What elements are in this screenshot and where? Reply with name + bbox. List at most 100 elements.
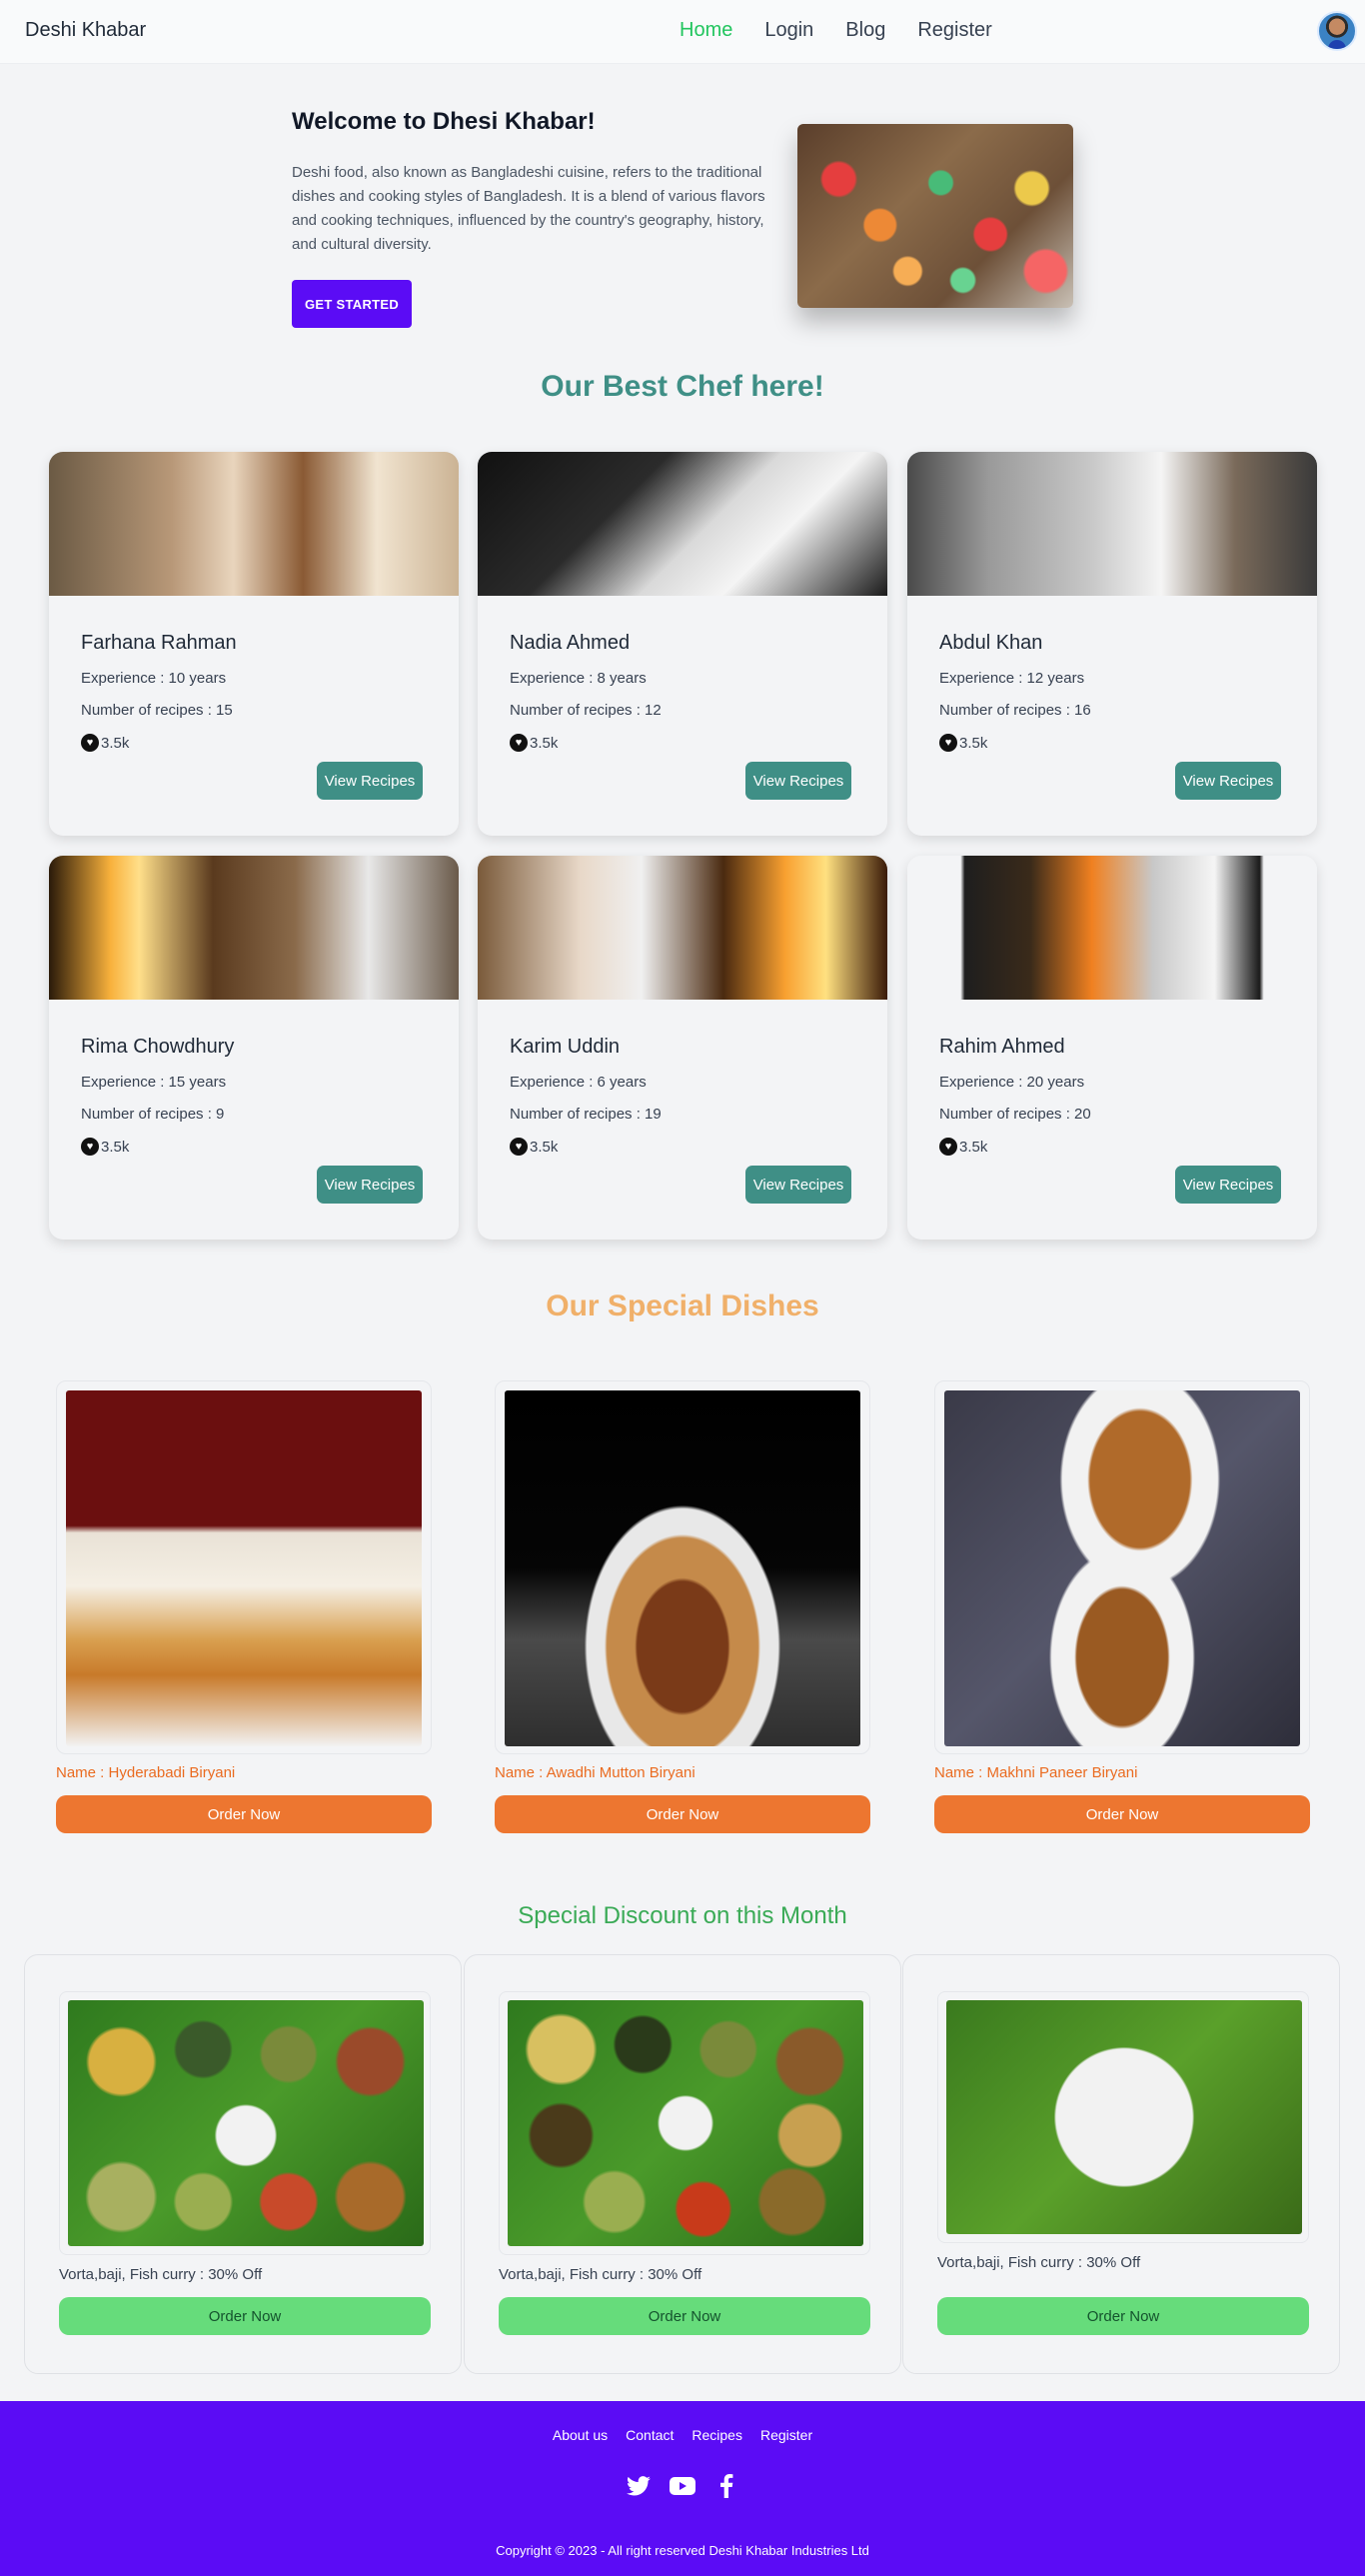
discount-text: Vorta,baji, Fish curry : 30% Off [937,2254,1141,2271]
chef-recipe-count: Number of recipes : 16 [939,702,1091,719]
chef-likes: ♥ 3.5k [510,1138,558,1156]
discount-text: Vorta,baji, Fish curry : 30% Off [499,2266,702,2283]
chef-name: Abdul Khan [939,632,1043,654]
chef-photo [907,856,1317,1000]
chef-name: Rima Chowdhury [81,1036,235,1058]
nav-link-home[interactable]: Home [680,19,732,42]
dish-image-frame [495,1380,870,1754]
heart-icon: ♥ [939,734,957,752]
chef-likes: ♥ 3.5k [939,1138,987,1156]
discount-image-frame [59,1991,431,2255]
heart-icon: ♥ [939,1138,957,1156]
dish-name: Name : Awadhi Mutton Biryani [495,1764,695,1781]
heart-icon: ♥ [510,734,528,752]
dish-image [66,1390,422,1746]
discount-section-title: Special Discount on this Month [518,1902,847,1929]
footer-link-contact[interactable]: Contact [626,2427,674,2443]
chef-recipe-count: Number of recipes : 20 [939,1106,1091,1123]
chef-name: Karim Uddin [510,1036,621,1058]
footer-link-register[interactable]: Register [760,2427,812,2443]
discount-text: Vorta,baji, Fish curry : 30% Off [59,2266,263,2283]
discount-image [946,2000,1302,2234]
heart-icon: ♥ [81,734,99,752]
nav-link-blog[interactable]: Blog [845,19,885,42]
footer: About us Contact Recipes Register Copyri… [0,2401,1365,2576]
discount-image [508,2000,863,2246]
footer-link-about[interactable]: About us [553,2427,608,2443]
chef-card: Farhana Rahman Experience : 10 years Num… [49,452,459,836]
discount-card: Vorta,baji, Fish curry : 30% Off Order N… [902,1954,1340,2374]
chef-photo [49,856,459,1000]
chef-experience: Experience : 10 years [81,670,227,687]
dishes-section-title: Our Special Dishes [546,1289,819,1322]
dish-image-frame [934,1380,1310,1754]
chef-likes: ♥ 3.5k [510,734,558,752]
view-recipes-button[interactable]: View Recipes [317,762,423,800]
chef-likes: ♥ 3.5k [81,1138,129,1156]
heart-icon: ♥ [510,1138,528,1156]
discount-order-button[interactable]: Order Now [499,2297,870,2335]
dish-image [944,1390,1300,1746]
avatar[interactable] [1317,11,1357,51]
chef-recipe-count: Number of recipes : 19 [510,1106,662,1123]
hero-description: Deshi food, also known as Bangladeshi cu… [292,164,765,253]
chef-photo [478,856,887,1000]
chef-photo [907,452,1317,596]
twitter-icon[interactable] [626,2473,652,2499]
likes-count: 3.5k [101,1138,130,1156]
chef-likes: ♥ 3.5k [939,734,987,752]
likes-count: 3.5k [959,1138,988,1156]
facebook-icon[interactable] [713,2473,739,2499]
chef-recipe-count: Number of recipes : 12 [510,702,662,719]
chef-experience: Experience : 12 years [939,670,1085,687]
youtube-icon[interactable] [670,2473,695,2499]
likes-count: 3.5k [530,734,559,752]
chef-photo [478,452,887,596]
chef-name: Farhana Rahman [81,632,237,654]
copyright-text: Copyright © 2023 - All right reserved De… [496,2543,869,2558]
discount-order-button[interactable]: Order Now [59,2297,431,2335]
chef-photo [49,452,459,596]
chef-experience: Experience : 8 years [510,670,647,687]
chef-recipe-count: Number of recipes : 15 [81,702,233,719]
likes-count: 3.5k [959,734,988,752]
chef-experience: Experience : 6 years [510,1074,647,1091]
view-recipes-button[interactable]: View Recipes [317,1166,423,1204]
chef-name: Rahim Ahmed [939,1036,1065,1058]
discount-card: Vorta,baji, Fish curry : 30% Off Order N… [464,1954,901,2374]
chef-card: Karim Uddin Experience : 6 years Number … [478,856,887,1240]
view-recipes-button[interactable]: View Recipes [1175,762,1281,800]
navbar: Deshi Khabar Home Login Blog Register [0,0,1365,64]
chef-recipe-count: Number of recipes : 9 [81,1106,225,1123]
chef-likes: ♥ 3.5k [81,734,129,752]
nav-link-login[interactable]: Login [764,19,813,42]
chef-name: Nadia Ahmed [510,632,631,654]
chef-card: Abdul Khan Experience : 12 years Number … [907,452,1317,836]
discount-card: Vorta,baji, Fish curry : 30% Off Order N… [24,1954,462,2374]
chef-card: Nadia Ahmed Experience : 8 years Number … [478,452,887,836]
chef-experience: Experience : 20 years [939,1074,1085,1091]
order-now-button[interactable]: Order Now [495,1795,870,1833]
discount-order-button[interactable]: Order Now [937,2297,1309,2335]
brand-logo[interactable]: Deshi Khabar [25,19,146,42]
footer-links: About us Contact Recipes Register [0,2427,1365,2443]
nav-links: Home Login Blog Register [680,19,992,42]
heart-icon: ♥ [81,1138,99,1156]
nav-link-register[interactable]: Register [917,19,991,42]
get-started-button[interactable]: GET STARTED [292,280,412,328]
chef-card: Rima Chowdhury Experience : 15 years Num… [49,856,459,1240]
likes-count: 3.5k [101,734,130,752]
discount-image-frame [499,1991,870,2255]
order-now-button[interactable]: Order Now [56,1795,432,1833]
footer-link-recipes[interactable]: Recipes [691,2427,742,2443]
view-recipes-button[interactable]: View Recipes [1175,1166,1281,1204]
dish-image-frame [56,1380,432,1754]
view-recipes-button[interactable]: View Recipes [745,762,851,800]
view-recipes-button[interactable]: View Recipes [745,1166,851,1204]
discount-image [68,2000,424,2246]
social-links [0,2473,1365,2499]
order-now-button[interactable]: Order Now [934,1795,1310,1833]
hero-image [797,124,1073,308]
dish-image [505,1390,860,1746]
chef-experience: Experience : 15 years [81,1074,227,1091]
